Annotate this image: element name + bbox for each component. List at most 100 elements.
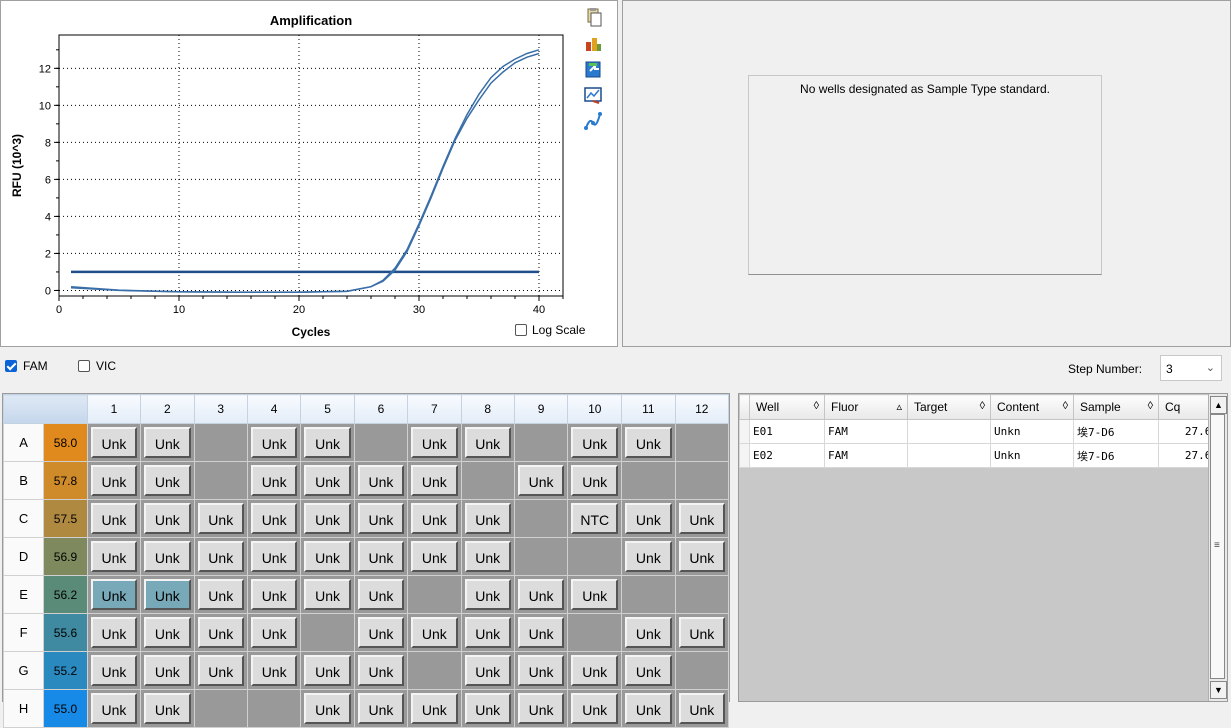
plate-row-header[interactable]: A bbox=[2, 423, 45, 462]
plate-well[interactable]: Unk bbox=[300, 575, 355, 614]
plate-well[interactable]: Unk bbox=[567, 575, 623, 614]
plate-well[interactable]: Unk bbox=[193, 499, 248, 538]
plate-well[interactable]: Unk bbox=[86, 461, 142, 500]
plate-well[interactable]: Unk bbox=[300, 461, 355, 500]
column-header-sample[interactable]: Sample ◊ bbox=[1073, 394, 1159, 420]
well-content[interactable]: Unk bbox=[197, 617, 244, 648]
plate-column-header[interactable]: 12 bbox=[674, 394, 730, 424]
well-content[interactable]: Unk bbox=[625, 541, 672, 572]
plate-well[interactable] bbox=[513, 499, 569, 538]
well-content[interactable]: Unk bbox=[90, 617, 138, 648]
well-content[interactable]: Unk bbox=[304, 427, 351, 458]
well-content[interactable]: Unk bbox=[464, 427, 511, 458]
plate-well[interactable] bbox=[353, 423, 409, 462]
well-content[interactable]: Unk bbox=[678, 541, 725, 572]
plate-well[interactable]: Unk bbox=[353, 613, 409, 652]
well-content[interactable]: Unk bbox=[144, 465, 191, 496]
plate-well[interactable]: Unk bbox=[407, 613, 462, 652]
well-content[interactable]: Unk bbox=[411, 427, 458, 458]
plate-well[interactable]: Unk bbox=[140, 575, 195, 614]
scroll-down-icon[interactable]: ▼ bbox=[1210, 681, 1227, 699]
plate-well[interactable]: Unk bbox=[460, 651, 515, 690]
well-content[interactable]: Unk bbox=[411, 541, 458, 572]
plate-well[interactable] bbox=[567, 537, 623, 576]
fluor-fam-toggle[interactable]: FAM bbox=[5, 359, 48, 373]
plate-well[interactable]: Unk bbox=[246, 575, 302, 614]
plate-row-header[interactable]: D bbox=[2, 537, 45, 576]
well-content[interactable]: Unk bbox=[250, 541, 298, 572]
well-content[interactable]: Unk bbox=[144, 693, 191, 724]
plate-well[interactable]: Unk bbox=[300, 651, 355, 690]
plate-well[interactable]: Unk bbox=[353, 651, 409, 690]
plate-well[interactable]: Unk bbox=[513, 461, 569, 500]
scroll-up-icon[interactable]: ▲ bbox=[1210, 396, 1227, 414]
plate-well[interactable]: Unk bbox=[300, 499, 355, 538]
plate-well[interactable] bbox=[460, 461, 515, 500]
well-content[interactable]: Unk bbox=[357, 693, 405, 724]
plate-well[interactable] bbox=[407, 575, 462, 614]
plate-well[interactable]: Unk bbox=[140, 499, 195, 538]
plate-well[interactable]: Unk bbox=[140, 613, 195, 652]
plate-well[interactable]: Unk bbox=[140, 651, 195, 690]
well-content[interactable]: Unk bbox=[90, 655, 138, 686]
plate-well[interactable]: Unk bbox=[674, 537, 730, 576]
plate-well[interactable]: Unk bbox=[674, 689, 730, 728]
plate-well[interactable] bbox=[674, 423, 730, 462]
plate-well[interactable]: Unk bbox=[621, 651, 676, 690]
well-content[interactable]: Unk bbox=[197, 579, 244, 610]
well-content[interactable]: Unk bbox=[678, 617, 725, 648]
well-content[interactable]: Unk bbox=[304, 541, 351, 572]
well-content[interactable]: Unk bbox=[571, 579, 619, 610]
well-content[interactable]: Unk bbox=[517, 693, 565, 724]
plate-well[interactable]: Unk bbox=[353, 461, 409, 500]
well-content[interactable]: Unk bbox=[517, 617, 565, 648]
fam-checkbox[interactable] bbox=[5, 360, 17, 372]
sort-icon[interactable]: ◊ bbox=[814, 400, 819, 412]
plate-well[interactable]: Unk bbox=[567, 651, 623, 690]
well-content[interactable]: Unk bbox=[517, 655, 565, 686]
sort-icon[interactable]: ▵ bbox=[896, 400, 902, 413]
plate-well[interactable] bbox=[621, 575, 676, 614]
plate-well[interactable]: Unk bbox=[407, 423, 462, 462]
well-content[interactable]: Unk bbox=[90, 427, 138, 458]
plate-well[interactable]: Unk bbox=[246, 499, 302, 538]
well-content[interactable]: Unk bbox=[464, 503, 511, 534]
plate-well[interactable] bbox=[300, 613, 355, 652]
well-content[interactable]: Unk bbox=[411, 465, 458, 496]
plate-column-header[interactable]: 3 bbox=[193, 394, 248, 424]
well-content[interactable]: Unk bbox=[304, 579, 351, 610]
log-scale-checkbox[interactable] bbox=[515, 324, 527, 336]
well-content[interactable]: Unk bbox=[357, 541, 405, 572]
plate-well[interactable]: Unk bbox=[567, 461, 623, 500]
well-content[interactable]: Unk bbox=[625, 655, 672, 686]
well-content[interactable]: Unk bbox=[464, 579, 511, 610]
well-content[interactable]: Unk bbox=[304, 693, 351, 724]
plate-column-header[interactable]: 8 bbox=[460, 394, 515, 424]
plate-well[interactable] bbox=[674, 575, 730, 614]
plate-well[interactable]: Unk bbox=[86, 499, 142, 538]
plate-well[interactable] bbox=[567, 613, 623, 652]
plate-row-header[interactable]: H bbox=[2, 689, 45, 728]
plate-well[interactable]: Unk bbox=[567, 689, 623, 728]
plate-well[interactable]: Unk bbox=[407, 537, 462, 576]
column-header-content[interactable]: Content ◊ bbox=[990, 394, 1074, 420]
plate-well[interactable]: Unk bbox=[460, 689, 515, 728]
well-content[interactable]: Unk bbox=[90, 693, 138, 724]
plate-well[interactable]: Unk bbox=[460, 537, 515, 576]
sort-icon[interactable]: ◊ bbox=[1148, 400, 1153, 412]
well-content[interactable]: Unk bbox=[625, 693, 672, 724]
well-content[interactable]: Unk bbox=[197, 503, 244, 534]
plate-well[interactable]: Unk bbox=[353, 575, 409, 614]
step-number-select[interactable]: 3 ⌄ bbox=[1160, 355, 1222, 381]
sort-icon[interactable]: ◊ bbox=[980, 400, 985, 412]
plate-well[interactable]: Unk bbox=[86, 613, 142, 652]
well-content[interactable]: Unk bbox=[625, 503, 672, 534]
plate-well[interactable] bbox=[246, 689, 302, 728]
plate-well[interactable]: Unk bbox=[513, 575, 569, 614]
well-content[interactable]: Unk bbox=[625, 427, 672, 458]
plate-well[interactable]: Unk bbox=[300, 537, 355, 576]
well-content[interactable]: Unk bbox=[144, 617, 191, 648]
plate-row-header[interactable]: G bbox=[2, 651, 45, 690]
plate-well[interactable]: Unk bbox=[460, 499, 515, 538]
plate-well[interactable]: Unk bbox=[86, 423, 142, 462]
